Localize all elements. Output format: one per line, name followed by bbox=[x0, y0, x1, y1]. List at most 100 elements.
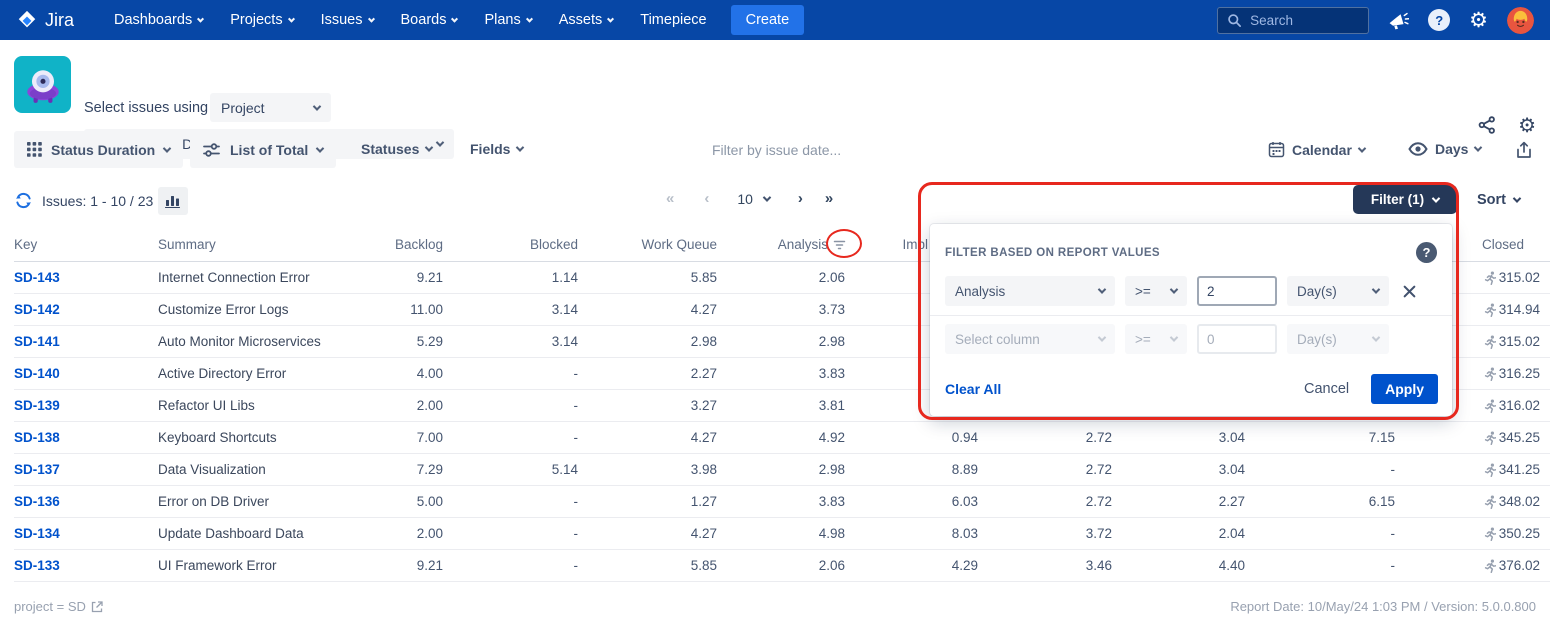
chevron-down-icon bbox=[1372, 285, 1380, 293]
issue-date-filter-input[interactable]: Filter by issue date... bbox=[712, 142, 932, 158]
popup-help-icon[interactable]: ? bbox=[1416, 242, 1437, 263]
cancel-button[interactable]: Cancel bbox=[1304, 381, 1349, 397]
column-header-blocked[interactable]: Blocked bbox=[443, 237, 578, 252]
fields-dropdown[interactable]: Fields bbox=[470, 141, 523, 157]
calendar-dropdown[interactable]: Calendar bbox=[1268, 141, 1365, 158]
clear-all-link[interactable]: Clear All bbox=[945, 381, 1001, 397]
value-cell: 6.15 bbox=[1245, 494, 1395, 509]
chevron-down-icon bbox=[367, 15, 374, 22]
nav-item-projects[interactable]: Projects bbox=[230, 12, 293, 28]
value-cell: 6.03 bbox=[845, 494, 978, 509]
filter-unit-select[interactable]: Day(s) bbox=[1287, 276, 1389, 306]
filter-column-select[interactable]: Analysis bbox=[945, 276, 1115, 306]
issue-key-link[interactable]: SD-136 bbox=[14, 494, 158, 509]
filter-operator-select-2[interactable]: >= bbox=[1125, 324, 1187, 354]
avatar[interactable] bbox=[1507, 7, 1534, 34]
value-cell: - bbox=[443, 430, 578, 445]
value-cell: - bbox=[443, 558, 578, 573]
value-cell: 5.85 bbox=[578, 270, 717, 285]
gear-icon[interactable]: ⚙ bbox=[1469, 10, 1488, 31]
chart-view-button[interactable] bbox=[158, 187, 188, 215]
issue-key-link[interactable]: SD-142 bbox=[14, 302, 158, 317]
table-row: SD-133UI Framework Error9.21-5.852.064.2… bbox=[14, 550, 1550, 582]
filter-button[interactable]: Filter (1) bbox=[1353, 185, 1457, 214]
external-link-icon[interactable] bbox=[91, 601, 103, 613]
remove-filter-icon[interactable] bbox=[1403, 285, 1416, 298]
filter-operator-select[interactable]: >= bbox=[1125, 276, 1187, 306]
report-toolbar: Status Duration List of Total Statuses F… bbox=[0, 128, 1550, 172]
help-icon[interactable]: ? bbox=[1428, 9, 1450, 31]
create-button[interactable]: Create bbox=[731, 5, 805, 35]
nav-item-issues[interactable]: Issues bbox=[321, 12, 374, 28]
value-cell: 7.15 bbox=[1245, 430, 1395, 445]
statuses-dropdown[interactable]: Statuses bbox=[361, 141, 432, 157]
filter-value-input[interactable] bbox=[1197, 276, 1277, 306]
table-row: SD-137Data Visualization7.295.143.982.98… bbox=[14, 454, 1550, 486]
nav-item-dashboards[interactable]: Dashboards bbox=[114, 12, 203, 28]
calendar-icon bbox=[1268, 141, 1285, 158]
column-header-analysis[interactable]: Analysis bbox=[717, 237, 845, 252]
sort-dropdown[interactable]: Sort bbox=[1477, 192, 1520, 208]
issue-source-select[interactable]: Project bbox=[210, 93, 331, 122]
value-cell: 5.00 bbox=[388, 494, 443, 509]
filter-value-input-2[interactable] bbox=[1197, 324, 1277, 354]
nav-item-timepiece[interactable]: Timepiece bbox=[640, 12, 706, 28]
issue-key-link[interactable]: SD-133 bbox=[14, 558, 158, 573]
apply-button[interactable]: Apply bbox=[1371, 374, 1438, 404]
runner-icon bbox=[1483, 399, 1496, 413]
next-page-button[interactable]: › bbox=[798, 190, 803, 207]
runner-icon bbox=[1483, 495, 1496, 509]
chevron-down-icon bbox=[197, 15, 204, 22]
page-size-select[interactable]: 10 bbox=[737, 191, 770, 207]
report-type-button[interactable]: Status Duration bbox=[14, 131, 183, 168]
value-cell: 8.03 bbox=[845, 526, 978, 541]
runner-icon bbox=[1483, 559, 1496, 573]
filter-unit-select-2[interactable]: Day(s) bbox=[1287, 324, 1389, 354]
nav-item-plans[interactable]: Plans bbox=[484, 12, 531, 28]
chevron-down-icon bbox=[526, 15, 533, 22]
column-header-work-queue[interactable]: Work Queue bbox=[578, 237, 717, 252]
chevron-down-icon bbox=[1474, 143, 1482, 151]
value-cell: 3.83 bbox=[717, 494, 845, 509]
refresh-icon[interactable] bbox=[14, 191, 33, 215]
view-mode-button[interactable]: List of Total bbox=[190, 131, 336, 168]
value-cell: 9.21 bbox=[388, 270, 443, 285]
time-unit-dropdown[interactable]: Days bbox=[1408, 141, 1481, 157]
issue-summary: Active Directory Error bbox=[158, 366, 388, 381]
search-input[interactable] bbox=[1250, 13, 1359, 28]
value-cell: 2.98 bbox=[717, 334, 845, 349]
value-cell: - bbox=[443, 526, 578, 541]
issue-summary: Data Visualization bbox=[158, 462, 388, 477]
nav-item-assets[interactable]: Assets bbox=[559, 12, 614, 28]
issue-key-link[interactable]: SD-137 bbox=[14, 462, 158, 477]
chevron-down-icon bbox=[425, 143, 433, 151]
last-page-button[interactable]: » bbox=[825, 190, 833, 207]
value-cell: 376.02 bbox=[1395, 558, 1540, 573]
top-nav: Jira Dashboards Projects Issues Boards Plans… bbox=[0, 0, 1550, 40]
value-cell: 341.25 bbox=[1395, 462, 1540, 477]
table-row: SD-134Update Dashboard Data2.00-4.274.98… bbox=[14, 518, 1550, 550]
jira-brand[interactable]: Jira bbox=[16, 8, 74, 32]
filter-column-select-2[interactable]: Select column bbox=[945, 324, 1115, 354]
value-cell: 2.98 bbox=[717, 462, 845, 477]
prev-page-button[interactable]: ‹ bbox=[704, 190, 709, 207]
issue-key-link[interactable]: SD-138 bbox=[14, 430, 158, 445]
grid-icon bbox=[27, 142, 42, 157]
issue-key-link[interactable]: SD-134 bbox=[14, 526, 158, 541]
chevron-down-icon bbox=[288, 15, 295, 22]
nav-item-boards[interactable]: Boards bbox=[401, 12, 458, 28]
value-cell: 3.14 bbox=[443, 334, 578, 349]
chevron-down-icon bbox=[1098, 333, 1106, 341]
export-button[interactable] bbox=[1516, 141, 1532, 159]
issue-key-link[interactable]: SD-139 bbox=[14, 398, 158, 413]
issue-key-link[interactable]: SD-141 bbox=[14, 334, 158, 349]
issue-key-link[interactable]: SD-140 bbox=[14, 366, 158, 381]
issues-bar: Issues: 1 - 10 / 23 « ‹ 10 › » Filter (1… bbox=[0, 172, 1550, 228]
first-page-button[interactable]: « bbox=[666, 190, 674, 207]
column-header-backlog[interactable]: Backlog bbox=[388, 237, 443, 252]
issue-key-link[interactable]: SD-143 bbox=[14, 270, 158, 285]
timepiece-app-icon bbox=[14, 56, 71, 113]
global-search[interactable] bbox=[1217, 7, 1369, 34]
announcements-icon[interactable] bbox=[1388, 11, 1409, 30]
value-cell: 5.85 bbox=[578, 558, 717, 573]
